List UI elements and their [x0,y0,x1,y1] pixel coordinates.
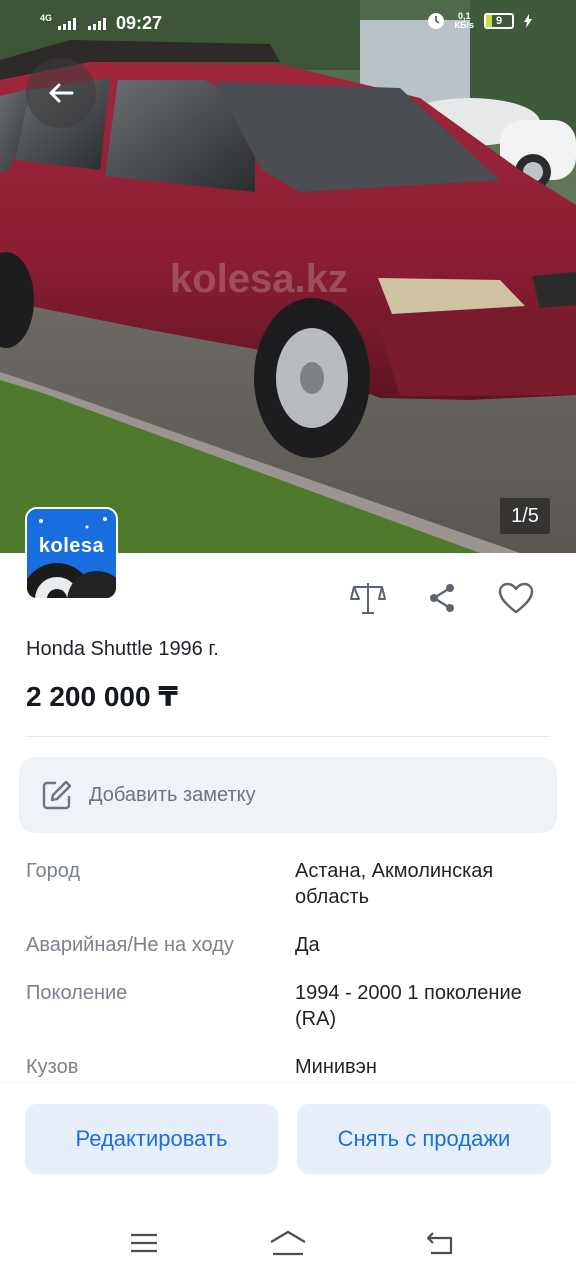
back-icon [426,1232,453,1255]
system-nav-bar [0,1196,576,1280]
spec-table: Город Астана, Акмолинская область Аварий… [26,858,550,1084]
battery-level: 9 [495,15,503,27]
network-type: 4G [40,12,53,23]
nav-home-button[interactable] [268,1228,308,1258]
spec-row-body: Кузов Минивэн [26,1054,550,1080]
status-bar: 4G 09:27 0,1 КБ/s 9 [0,0,576,44]
photo-counter: 1/5 [500,498,550,534]
compare-button[interactable] [348,578,388,618]
back-button[interactable] [26,58,96,128]
nav-back-button[interactable] [420,1228,460,1258]
favorite-button[interactable] [496,578,536,618]
menu-icon [131,1233,157,1253]
network-speed: 0,1 КБ/s [455,12,474,30]
share-button[interactable] [422,578,462,618]
share-icon [430,584,454,612]
spec-row-generation: Поколение 1994 - 2000 1 поколение (RA) [26,980,550,1032]
spec-row-damaged: Аварийная/Не на ходу Да [26,932,550,958]
spec-value: Да [295,934,320,956]
edit-note-icon [42,780,72,810]
unpublish-button[interactable]: Снять с продажи [297,1104,551,1174]
divider [26,736,550,737]
listing-photo[interactable]: kolesa.kz 4G 09:27 0,1 КБ/s 9 1/5 [0,0,576,553]
status-time: 09:27 [116,13,163,33]
logo-text: kolesa [38,535,105,557]
spec-value: 1994 - 2000 1 поколение (RA) [295,982,522,1030]
nav-menu-button[interactable] [124,1228,164,1258]
signal-icon-2 [88,17,107,30]
add-note-label: Добавить заметку [89,783,256,806]
compare-icon [350,583,386,614]
home-icon [270,1230,306,1256]
photo-watermark: kolesa.kz [170,257,348,301]
alarm-icon [427,13,444,29]
listing-price: 2 200 000 ₸ [26,681,178,712]
bottom-action-bar: Редактировать Снять с продажи [0,1084,576,1196]
spec-key: Город [26,860,81,882]
battery-icon: 9 [484,13,514,29]
add-note-button[interactable]: Добавить заметку [19,757,557,833]
spec-key: Кузов [26,1056,79,1078]
arrow-left-icon [49,83,74,103]
spec-key: Аварийная/Не на ходу [26,934,234,956]
speed-unit: КБ/s [454,20,474,30]
charging-icon [524,14,532,28]
spec-value: Астана, Акмолинская область [295,860,494,908]
signal-icon [58,17,77,30]
spec-value: Минивэн [295,1056,377,1078]
spec-key: Поколение [26,982,128,1004]
heart-icon [498,582,534,614]
listing-actions [348,578,536,618]
seller-logo[interactable]: kolesa [25,507,118,600]
edit-button[interactable]: Редактировать [25,1104,278,1174]
spec-row-city: Город Астана, Акмолинская область [26,858,550,910]
listing-title: Honda Shuttle 1996 г. [26,638,219,660]
